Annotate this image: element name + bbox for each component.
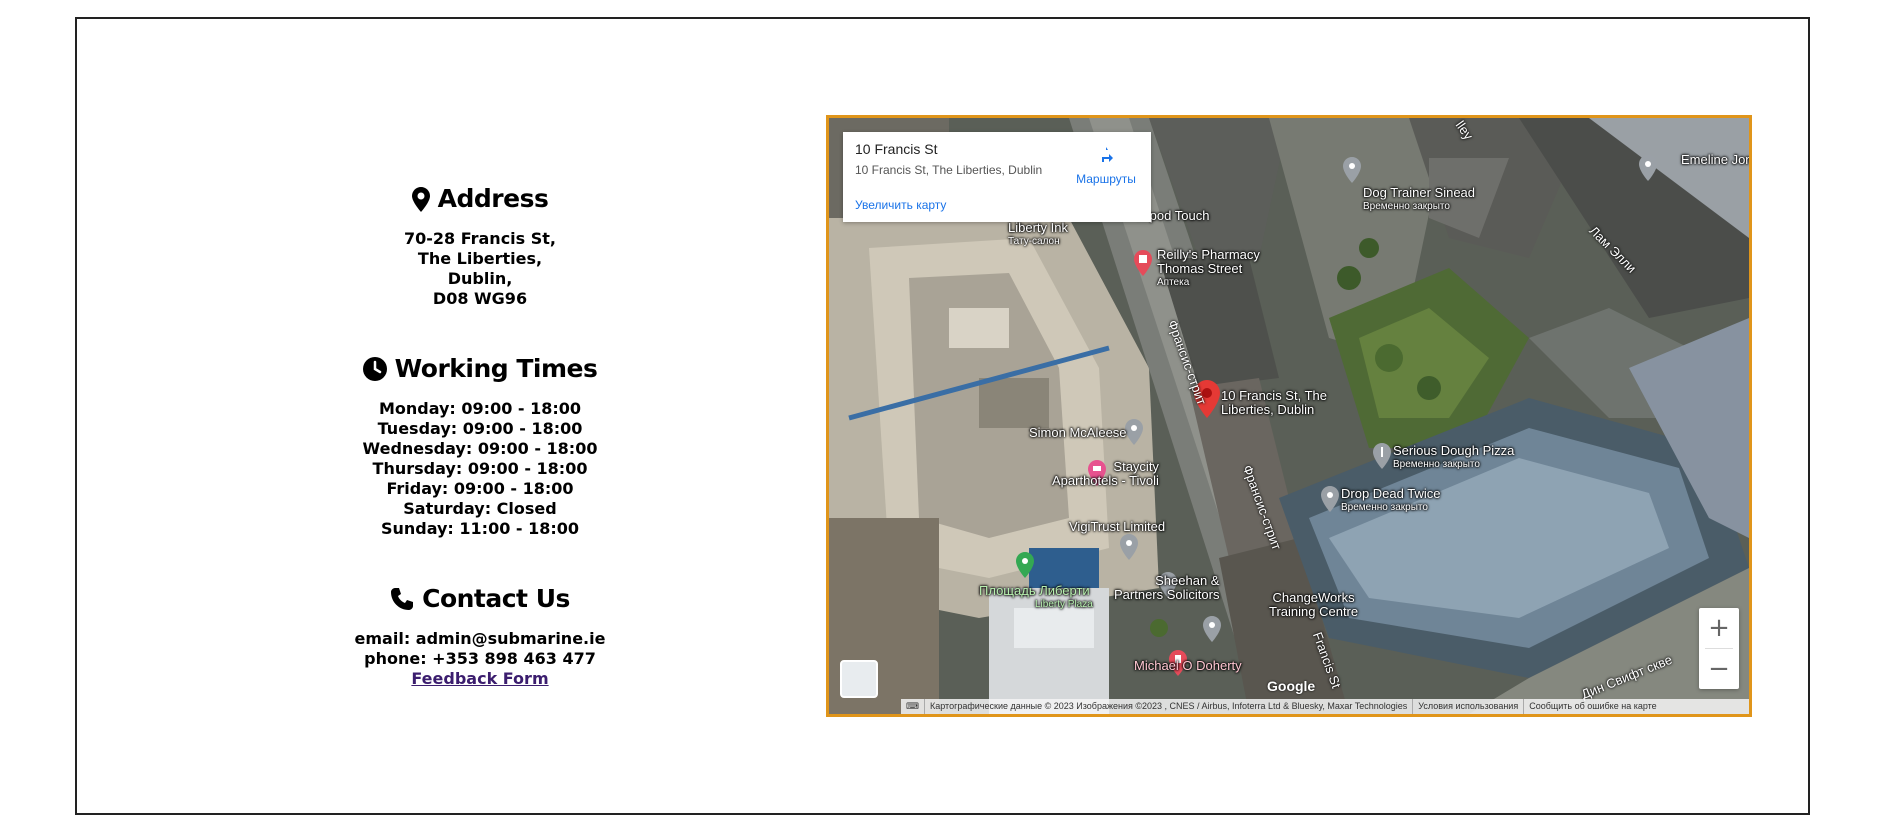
address-section: Address 70-28 Francis St, The Liberties,… bbox=[330, 183, 630, 309]
place-pin-icon[interactable] bbox=[1321, 486, 1339, 512]
map-layer-toggle[interactable] bbox=[840, 660, 878, 698]
address-lines: 70-28 Francis St, The Liberties, Dublin,… bbox=[330, 229, 630, 309]
hours-line: Wednesday: 09:00 - 18:00 bbox=[362, 439, 598, 458]
address-line: Dublin, bbox=[447, 269, 513, 288]
clock-icon bbox=[362, 357, 387, 381]
map-label-reilly[interactable]: Reilly's Pharmacy Thomas Street Аптека bbox=[1157, 248, 1260, 290]
address-title: Address bbox=[437, 184, 549, 213]
map-label-vigitrust[interactable]: VigiTrust Limited bbox=[1069, 520, 1165, 534]
phone-icon bbox=[390, 587, 414, 611]
restaurant-pin-icon[interactable] bbox=[1373, 443, 1391, 469]
zoom-control: + − bbox=[1699, 608, 1739, 689]
map-attribution-bar: ⌨ Картографические данные © 2023 Изображ… bbox=[901, 699, 1749, 714]
working-times-lines: Monday: 09:00 - 18:00 Tuesday: 09:00 - 1… bbox=[330, 399, 630, 539]
map-label-simon[interactable]: Simon McAleese bbox=[1029, 426, 1127, 440]
map-attribution-text: Картографические данные © 2023 Изображен… bbox=[925, 699, 1414, 714]
google-logo: Google bbox=[1267, 678, 1316, 694]
working-times-section: Working Times Monday: 09:00 - 18:00 Tues… bbox=[330, 353, 630, 539]
map-label-sheehan[interactable]: Sheehan & Partners Solicitors bbox=[1114, 574, 1219, 602]
map-label-francis-st: 10 Francis St, The Liberties, Dublin bbox=[1221, 388, 1327, 417]
map-label-dog-trainer[interactable]: Dog Trainer Sinead Временно закрыто bbox=[1363, 186, 1475, 214]
map-label-liberty-plaza[interactable]: Площадь Либерти Liberty Plaza bbox=[979, 584, 1093, 612]
feedback-form-link[interactable]: Feedback Form bbox=[411, 669, 548, 688]
place-pin-icon[interactable] bbox=[1120, 534, 1138, 560]
phone-text: phone: +353 898 463 477 bbox=[364, 649, 596, 668]
hours-line: Saturday: Closed bbox=[403, 499, 557, 518]
report-error-link[interactable]: Сообщить об ошибке на карте bbox=[1524, 699, 1661, 714]
map-label-staycity[interactable]: Staycity Aparthotels - Tivoli bbox=[1052, 460, 1159, 488]
hours-line: Monday: 09:00 - 18:00 bbox=[378, 399, 582, 418]
contact-lines: email: admin@submarine.ie phone: +353 89… bbox=[330, 629, 630, 689]
hours-line: Friday: 09:00 - 18:00 bbox=[386, 479, 574, 498]
place-info-card: 10 Francis St 10 Francis St, The Liberti… bbox=[843, 132, 1151, 222]
place-address: 10 Francis St, The Liberties, Dublin bbox=[855, 163, 1043, 177]
address-line: The Liberties, bbox=[417, 249, 543, 268]
map-label-serious-dough[interactable]: Serious Dough Pizza Временно закрыто bbox=[1393, 444, 1514, 472]
contact-title: Contact Us bbox=[422, 584, 570, 613]
map-label-drop-dead[interactable]: Drop Dead Twice Временно закрыто bbox=[1341, 487, 1440, 515]
map-embed[interactable]: Liberty Ink Тату-салон Tripod Touch Reill… bbox=[826, 115, 1752, 717]
park-pin-icon[interactable] bbox=[1016, 552, 1034, 578]
place-pin-icon[interactable] bbox=[1125, 419, 1143, 445]
hours-line: Sunday: 11:00 - 18:00 bbox=[380, 519, 580, 538]
working-times-heading: Working Times bbox=[330, 353, 630, 385]
hours-line: Thursday: 09:00 - 18:00 bbox=[372, 459, 588, 478]
contact-section: Contact Us email: admin@submarine.ie pho… bbox=[330, 583, 630, 689]
map-label-emeline[interactable]: Emeline Jonet bbox=[1681, 153, 1749, 167]
address-line: 70-28 Francis St, bbox=[403, 229, 557, 248]
terms-link[interactable]: Условия использования bbox=[1413, 699, 1525, 714]
working-times-title: Working Times bbox=[394, 354, 598, 383]
email-text: email: admin@submarine.ie bbox=[354, 629, 606, 648]
hours-line: Tuesday: 09:00 - 18:00 bbox=[377, 419, 583, 438]
address-heading: Address bbox=[330, 183, 630, 215]
map-label-liberty-ink[interactable]: Liberty Ink Тату-салон bbox=[1008, 221, 1068, 249]
pharmacy-pin-icon[interactable] bbox=[1134, 250, 1152, 276]
address-line: D08 WG96 bbox=[432, 289, 528, 308]
place-pin-icon[interactable] bbox=[1639, 155, 1657, 181]
keyboard-icon[interactable]: ⌨ bbox=[901, 699, 925, 714]
zoom-out-button[interactable]: − bbox=[1699, 649, 1739, 689]
place-title: 10 Francis St bbox=[855, 141, 938, 157]
place-pin-icon[interactable] bbox=[1203, 616, 1221, 642]
map-label-michael[interactable]: Michael O Doherty bbox=[1134, 659, 1242, 673]
place-pin-icon[interactable] bbox=[1343, 157, 1361, 183]
map-label-changeworks[interactable]: ChangeWorks Training Centre bbox=[1269, 591, 1358, 619]
directions-button[interactable]: Маршруты bbox=[1068, 145, 1144, 186]
enlarge-map-link[interactable]: Увеличить карту bbox=[855, 198, 946, 212]
directions-label: Маршруты bbox=[1076, 172, 1136, 186]
map-pin-icon bbox=[411, 186, 430, 212]
zoom-in-button[interactable]: + bbox=[1699, 608, 1739, 648]
directions-icon bbox=[1095, 147, 1117, 170]
contact-heading: Contact Us bbox=[330, 583, 630, 615]
